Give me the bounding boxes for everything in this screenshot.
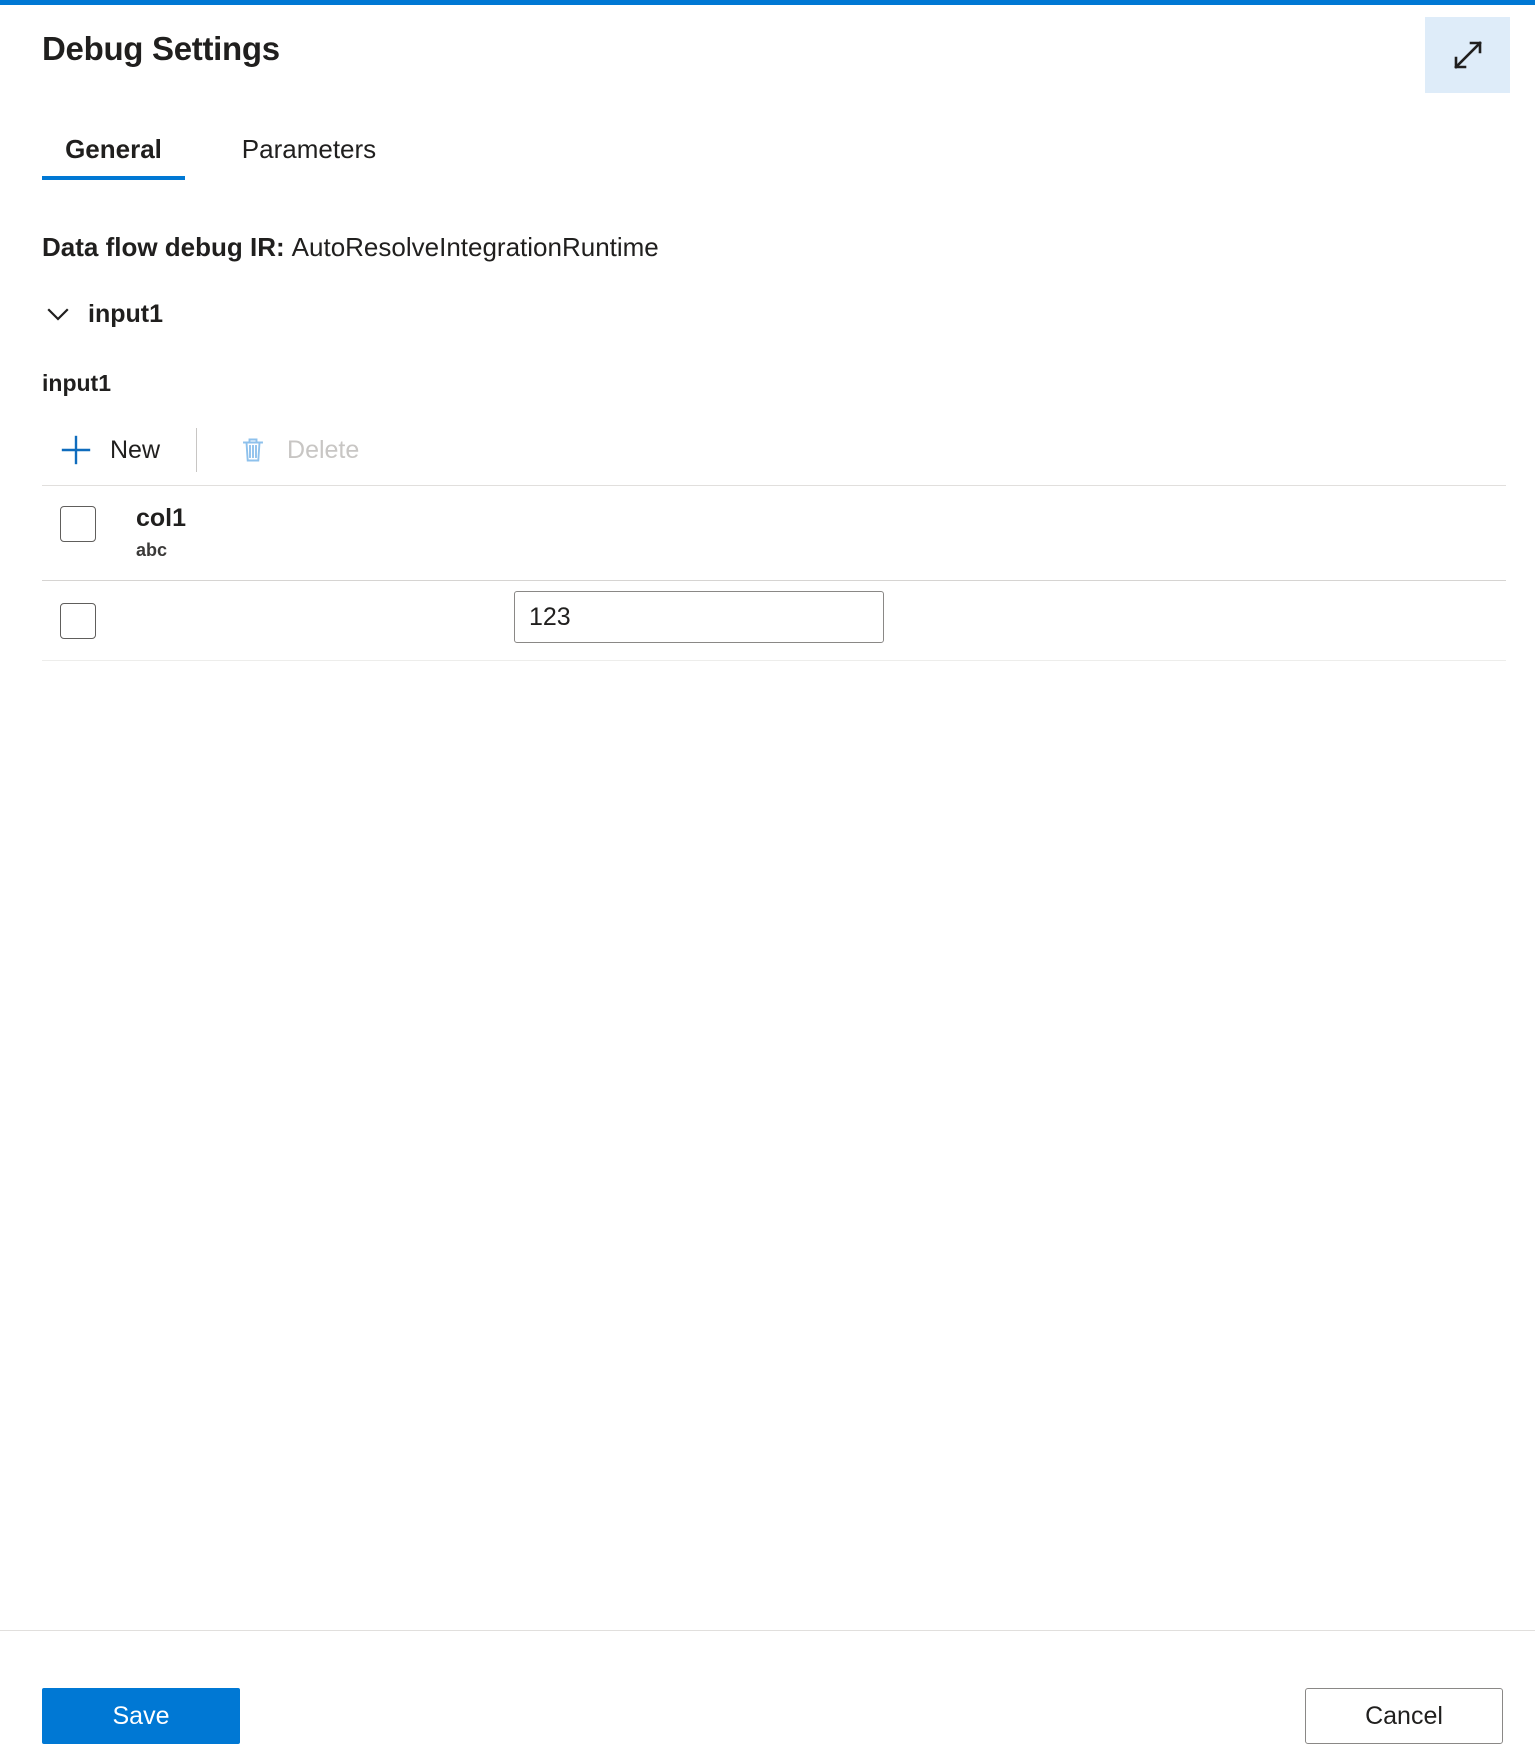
- table-row: [42, 581, 1506, 661]
- plus-icon: [56, 430, 96, 470]
- cancel-button[interactable]: Cancel: [1305, 1688, 1503, 1744]
- table-toolbar: New Delete: [42, 418, 1506, 482]
- column-type: abc: [136, 540, 168, 560]
- new-row-label: New: [110, 435, 161, 464]
- column-name: col1: [136, 504, 187, 532]
- tab-parameters-label: Parameters: [241, 134, 377, 164]
- expand-diagonal-icon: [1448, 35, 1488, 75]
- input-data-table: col1 abc: [42, 485, 1506, 661]
- save-button[interactable]: Save: [42, 1688, 240, 1744]
- table-header-row: col1 abc: [42, 485, 1506, 581]
- panel-footer: Save Cancel: [0, 1631, 1535, 1757]
- panel-header: Debug Settings: [0, 5, 1535, 110]
- page-title: Debug Settings: [42, 30, 280, 67]
- debug-ir-row: Data flow debug IR: AutoResolveIntegratio…: [42, 232, 659, 263]
- debug-ir-value: AutoResolveIntegrationRuntime: [291, 232, 659, 262]
- debug-settings-panel: Debug Settings General Parameters Data f…: [0, 0, 1535, 1757]
- delete-row-button[interactable]: Delete: [219, 420, 377, 480]
- header-checkbox-cell: [42, 486, 136, 542]
- select-all-checkbox[interactable]: [60, 506, 96, 542]
- chevron-down-icon: [42, 298, 74, 330]
- row-checkbox-cell: [42, 602, 136, 639]
- stream-section-title: input1: [42, 370, 111, 396]
- expand-panel-button[interactable]: [1425, 17, 1510, 93]
- tab-general[interactable]: General: [42, 118, 185, 180]
- tab-parameters[interactable]: Parameters: [224, 118, 394, 180]
- delete-row-label: Delete: [287, 435, 360, 464]
- row-value-input[interactable]: [514, 591, 884, 643]
- stream-collapse-label: input1: [88, 299, 163, 328]
- tab-general-label: General: [65, 134, 162, 164]
- tab-active-indicator: [42, 176, 185, 180]
- toolbar-divider: [196, 428, 198, 472]
- row-select-checkbox[interactable]: [60, 602, 96, 639]
- column-header-col1[interactable]: col1 abc: [136, 486, 186, 564]
- stream-collapse-toggle[interactable]: input1: [42, 294, 163, 334]
- row-value-cell: [514, 591, 884, 643]
- debug-ir-label: Data flow debug IR:: [42, 232, 285, 262]
- trash-icon: [233, 430, 273, 470]
- new-row-button[interactable]: New: [42, 420, 178, 480]
- tab-bar: General Parameters: [42, 118, 1492, 180]
